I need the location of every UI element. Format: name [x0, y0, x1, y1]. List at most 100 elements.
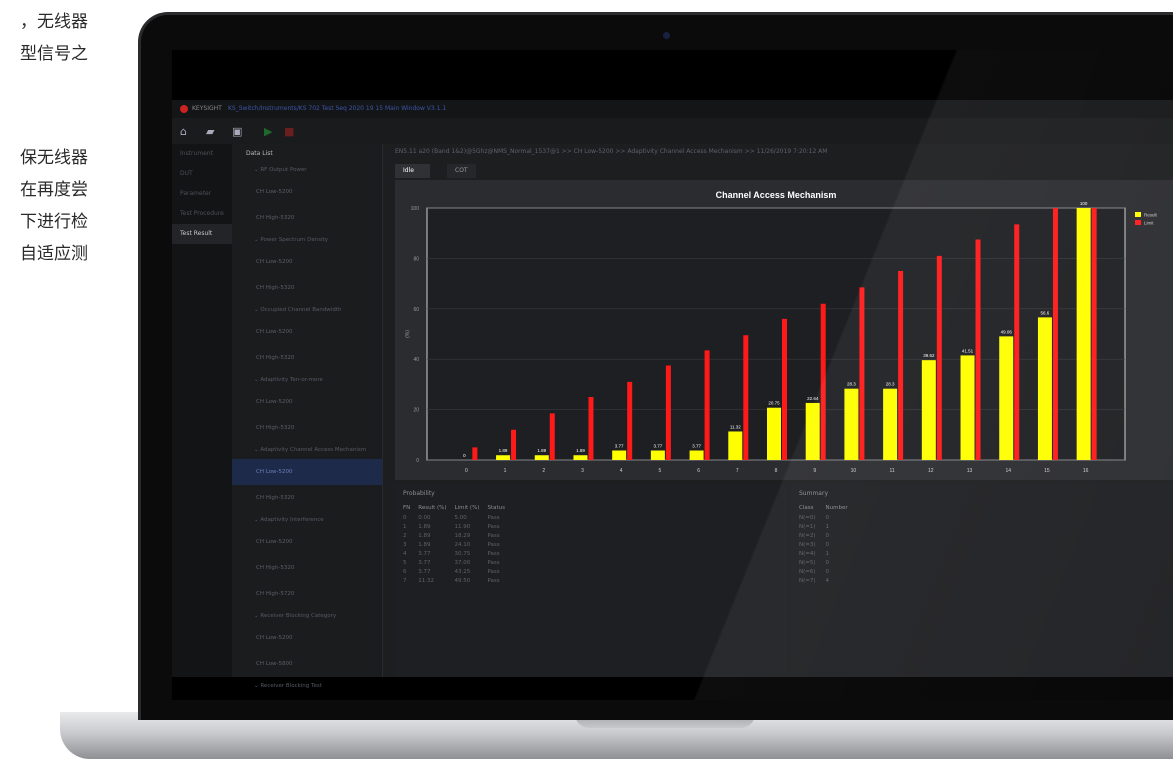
- data-label: 1.89: [576, 448, 585, 453]
- table-cell: 1.89: [418, 523, 431, 530]
- limit-bar: [1052, 208, 1058, 460]
- x-tick-label: 12: [928, 468, 934, 474]
- home-icon[interactable]: ⌂: [180, 125, 187, 138]
- play-icon[interactable]: ▶: [264, 125, 272, 138]
- data-list-item[interactable]: CH High-5320: [232, 345, 382, 371]
- table-cell: 4: [825, 577, 830, 584]
- nav-item-instrument[interactable]: Instrument: [172, 144, 232, 164]
- chart-panel: Channel Access Mechanism 0 20 40 60 80 100 (%) 0…: [395, 180, 1173, 480]
- x-tick-label: 6: [697, 468, 700, 474]
- table-cell: 43.25: [454, 568, 471, 575]
- result-bar: [650, 450, 665, 460]
- y-tick-label: 0: [416, 458, 419, 464]
- data-list-item[interactable]: CH Low-5200: [232, 529, 382, 555]
- limit-bar: [1014, 224, 1020, 460]
- toolbar: ⌂ ▰ ▣ ▶ ■: [172, 118, 1173, 144]
- table-cell: 0: [825, 568, 830, 575]
- x-tick-label: 16: [1083, 468, 1089, 474]
- data-label: 3.77: [692, 443, 701, 448]
- data-list-group[interactable]: ⌄ Adaptivity Interference: [232, 511, 382, 529]
- data-list-item[interactable]: CH Low-5200: [232, 695, 382, 700]
- data-label: 11.32: [730, 424, 741, 429]
- table-cell: N(=6): [799, 568, 816, 575]
- column-header: Number: [825, 505, 848, 511]
- limit-bar: [1091, 208, 1097, 460]
- result-bar: [496, 455, 511, 460]
- x-tick-label: 0: [465, 468, 468, 474]
- side-text-line: 在再度尝: [20, 180, 88, 200]
- data-list-item[interactable]: CH Low-5200: [232, 319, 382, 345]
- data-list-group[interactable]: ⌄ Occupied Channel Bandwidth: [232, 301, 382, 319]
- table-row: N(=2) 0: [799, 531, 856, 540]
- data-list-item[interactable]: CH High-5720: [232, 581, 382, 607]
- data-list-item[interactable]: CH Low-5200: [232, 389, 382, 415]
- table-cell: N(=0): [799, 514, 816, 521]
- folder-icon[interactable]: ▰: [206, 125, 214, 138]
- data-list-item[interactable]: CH Low-5200: [232, 249, 382, 275]
- table-cell: 3: [403, 541, 407, 548]
- table-cell: 1.89: [418, 532, 431, 539]
- table-cell: 11.32: [418, 577, 435, 584]
- table-cell: 24.10: [454, 541, 471, 548]
- table-cell: 37.00: [454, 559, 471, 566]
- result-bar: [883, 388, 898, 460]
- data-label: 41.51: [962, 348, 974, 353]
- tab-idle-period[interactable]: Idle Period: [395, 164, 430, 188]
- data-label: 3.77: [615, 443, 624, 448]
- nav-item-test-procedure[interactable]: Test Procedure: [172, 204, 232, 224]
- tab-cot[interactable]: COT: [447, 164, 476, 178]
- window-title: KS_Switch/Instruments/KS 702 Test Seq 20…: [228, 105, 447, 112]
- data-list-item[interactable]: CH Low-5200: [232, 459, 382, 485]
- data-list-group[interactable]: ⌄ Adaptivity Ten-or-more: [232, 371, 382, 389]
- data-list-group[interactable]: ⌄ Receiver Blocking Test: [232, 677, 382, 695]
- table-cell: Pass: [487, 568, 500, 575]
- data-list-group[interactable]: ⌄ Power Spectrum Density: [232, 231, 382, 249]
- data-list-item[interactable]: CH Low-5200: [232, 625, 382, 651]
- column-header: FN: [403, 505, 411, 511]
- table-cell: Pass: [487, 541, 500, 548]
- data-list-item[interactable]: CH High-5320: [232, 275, 382, 301]
- data-list-item[interactable]: CH High-5320: [232, 205, 382, 231]
- data-list-item[interactable]: CH Low-5200: [232, 179, 382, 205]
- camera-icon: [663, 32, 670, 39]
- result-bar: [534, 455, 549, 460]
- result-bar: [573, 455, 588, 460]
- data-list-group[interactable]: ⌄ Receiver Blocking Category: [232, 607, 382, 625]
- column-header: Result (%): [418, 505, 447, 511]
- table-cell: 1.89: [418, 541, 431, 548]
- nav-item-parameter[interactable]: Parameter: [172, 184, 232, 204]
- stop-icon[interactable]: ■: [284, 125, 294, 138]
- table-cell: 3.77: [418, 559, 431, 566]
- limit-bar: [782, 318, 787, 460]
- nav-sidebar: Instrument DUT Parameter Test Procedure …: [172, 144, 232, 677]
- x-tick-label: 3: [581, 468, 584, 474]
- laptop-screen: KEYSIGHT KS_Switch/Instruments/KS 702 Te…: [172, 50, 1173, 700]
- data-list-group[interactable]: ⌄ Adaptivity Channel Access Mechanism: [232, 441, 382, 459]
- data-list-item[interactable]: CH High-5320: [232, 415, 382, 441]
- table-row: 1 1.89 11.90 Pass: [403, 522, 513, 531]
- legend-label: Result: [1144, 213, 1158, 218]
- data-list-item[interactable]: CH High-5320: [232, 555, 382, 581]
- limit-bar: [665, 365, 671, 460]
- nav-item-test-result[interactable]: Test Result: [172, 224, 232, 244]
- save-icon[interactable]: ▣: [232, 125, 242, 138]
- legend-swatch: [1135, 220, 1141, 225]
- x-tick-label: 7: [736, 468, 739, 474]
- result-bar: [805, 402, 820, 460]
- data-label: 28.3: [886, 382, 895, 387]
- table-cell: 18.29: [454, 532, 471, 539]
- data-list-group[interactable]: ⌄ RF Output Power: [232, 161, 382, 179]
- data-label: 100: [1080, 201, 1088, 206]
- table-cell: 5: [403, 559, 407, 566]
- data-list-item[interactable]: CH Low-5800: [232, 651, 382, 677]
- data-list-item[interactable]: CH High-5320: [232, 485, 382, 511]
- x-tick-label: 1: [504, 468, 507, 474]
- table-cell: 30.75: [454, 550, 471, 557]
- limit-bar: [898, 271, 904, 460]
- table-cell: 0: [825, 559, 830, 566]
- result-bar: [1037, 317, 1052, 460]
- nav-item-dut[interactable]: DUT: [172, 164, 232, 184]
- probability-panel: Probability FN Result (%) Limit (%) Status 0…: [395, 484, 787, 677]
- table-row: N(=0) 0: [799, 513, 856, 522]
- probability-table: FN Result (%) Limit (%) Status 0 0.00 5.00 Pass…: [403, 503, 513, 585]
